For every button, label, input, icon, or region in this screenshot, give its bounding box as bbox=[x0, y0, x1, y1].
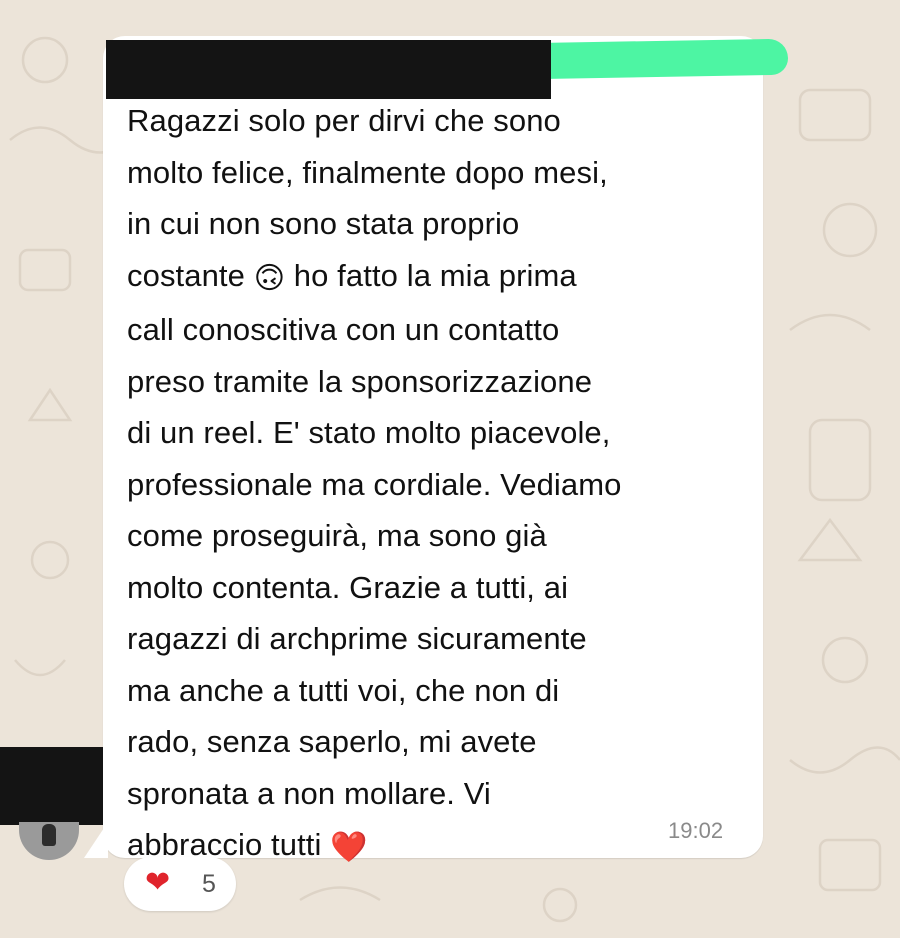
message-timestamp: 19:02 bbox=[668, 818, 724, 843]
message-text: Ragazzi solo per dirvi che sono molto fe… bbox=[127, 95, 757, 874]
avatar-figure bbox=[42, 824, 56, 846]
sender-name-highlight bbox=[519, 38, 789, 80]
redacted-sender-name bbox=[106, 40, 551, 99]
reaction-pill[interactable]: ❤ 5 bbox=[124, 857, 236, 911]
bubble-tail bbox=[84, 822, 108, 858]
upside-down-face-emoji-icon: 🙃 bbox=[253, 261, 286, 295]
message-text-part-2: ho fatto la mia prima call conoscitiva c… bbox=[127, 257, 622, 863]
heart-reaction-icon: ❤ bbox=[145, 866, 171, 899]
reaction-count: 5 bbox=[202, 870, 216, 898]
red-heart-emoji-icon: ❤️ bbox=[330, 831, 368, 864]
redacted-area bbox=[0, 747, 103, 825]
